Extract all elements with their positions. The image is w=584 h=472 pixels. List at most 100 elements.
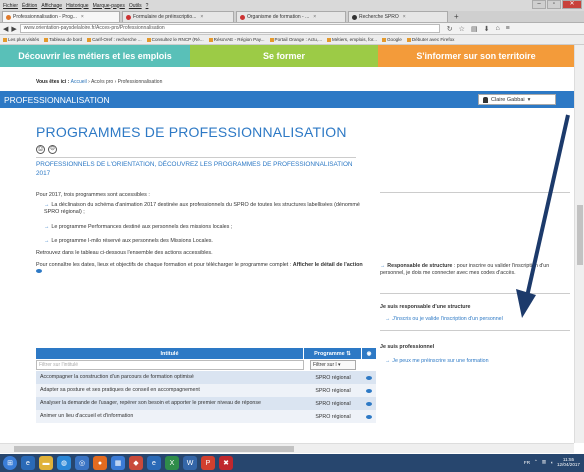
close-tab-icon[interactable]: × [200,14,203,20]
user-menu-button[interactable]: Claire Gabbai ▾ [478,94,556,105]
tab-professionnalisation[interactable]: Professionnalisation - Prog... × [2,11,120,22]
preinscrire-link[interactable]: → Je peux me préinscrire sur une formatio… [385,358,489,364]
forward-arrow-icon[interactable]: ▶ [11,25,16,33]
page-subtitle: PROFESSIONNELS DE L'ORIENTATION, DÉCOUVR… [36,161,353,177]
menu-affichage[interactable]: Affichage [41,3,62,9]
print-icon[interactable]: ⎙ [36,145,45,154]
site-favicon-icon [126,14,131,20]
menu-outils[interactable]: Outils [129,3,142,9]
home-icon[interactable]: ⌂ [495,25,499,33]
site-favicon-icon [6,14,11,20]
close-window-button[interactable]: ✕ [562,0,582,9]
clock[interactable]: 11:55 12/04/2017 [557,457,580,467]
bookmark-item[interactable]: Débuter avec Firefox [406,37,454,42]
network-icon[interactable]: ▥ [542,459,546,465]
filter-intitule-input[interactable]: Filtrer sur l'intitulé [36,360,304,370]
bookmark-item[interactable]: Google [381,37,402,42]
bookmark-item[interactable]: RésoVAE - Région Pay... [208,37,265,42]
table-row[interactable]: Animer un lieu d'accueil et d'informatio… [36,410,376,423]
view-detail-icon[interactable] [366,388,372,393]
annotation-arrow-icon [516,114,570,318]
site-favicon-icon [240,14,245,20]
up-chevron-icon[interactable]: ⌃ [534,459,538,465]
app-icon[interactable]: ◎ [75,456,89,470]
view-detail-icon[interactable] [366,401,372,406]
calendar-icon[interactable]: ▦ [111,456,125,470]
vertical-scrollbar[interactable] [574,45,584,443]
menu-historique[interactable]: Historique [66,3,89,9]
filter-row: Filtrer sur l'intitulé Filtrer sur l ▾ [36,359,376,371]
back-arrow-icon[interactable]: ◀ [3,25,8,33]
tab-organisme[interactable]: Organisme de formation - ... × [236,11,346,22]
tab-recherche-spro[interactable]: Recherche SPRO × [348,11,448,22]
volume-icon[interactable]: ◖ [550,460,553,465]
excel-icon[interactable]: X [165,456,179,470]
reload-icon[interactable]: ↻ [447,25,453,33]
table-row[interactable]: Analyser la demande de l'usager, repérer… [36,397,376,410]
breadcrumb-middle: › Accès pro › [86,79,118,85]
sidebar-divider [380,330,570,331]
menu-bar: Fichier Édition Affichage Historique Mar… [0,0,584,11]
folder-icon[interactable]: ▬ [39,456,53,470]
app-icon[interactable]: ◍ [57,456,71,470]
row-programme: SPRO régional [315,413,351,420]
list-item: → Le programme Performances destiné aux p… [44,224,233,230]
row-title: Analyser la demande de l'usager, repérer… [40,400,261,406]
menu-help[interactable]: ? [146,3,149,9]
table-row[interactable]: Adapter sa posture et ses pratiques de c… [36,384,376,397]
app-icon[interactable]: ◆ [129,456,143,470]
download-icon[interactable]: ⬇ [484,25,490,33]
menu-fichier[interactable]: Fichier [3,3,18,9]
breadcrumb: Vous êtes ici : Accueil › Accès pro › Pr… [36,79,162,85]
arrow-right-icon: → [44,202,50,208]
bookmarks-toolbar: Les plus visités Tableau de bord Carif-O… [0,35,584,45]
close-tab-icon[interactable]: × [81,14,84,20]
language-indicator[interactable]: FR [524,460,530,465]
sidebar-heading-responsable: Je suis responsable d'une structure [380,304,471,310]
section-header-bar: PROFESSIONNALISATION Claire Gabbai ▾ [0,91,574,108]
tab-formulaire[interactable]: Formulaire de préinscriptio... × [122,11,234,22]
edge-icon[interactable]: e [147,456,161,470]
menu-marque-pages[interactable]: Marque-pages [93,3,125,9]
menu-edition[interactable]: Édition [22,3,37,9]
bookmark-star-icon[interactable]: ☆ [459,25,465,33]
inscris-valide-link[interactable]: → J'inscris ou je valide l'inscription d'… [385,316,503,322]
library-icon[interactable]: ▤ [471,25,478,33]
bookmark-item[interactable]: Portail Orange : Actu,... [269,37,322,42]
word-icon[interactable]: W [183,456,197,470]
view-detail-icon[interactable] [366,375,372,380]
close-tab-icon[interactable]: × [313,14,316,20]
filter-programme-select[interactable]: Filtrer sur l ▾ [310,360,356,370]
breadcrumb-home-link[interactable]: Accueil [71,79,87,85]
bookmark-item[interactable]: Carif-Oref : recherche ... [87,37,142,42]
nav-se-former[interactable]: Se former [190,45,378,67]
view-detail-icon[interactable] [366,414,372,419]
sort-icon: ⇅ [346,350,351,357]
afficher-detail-link[interactable]: Afficher le détail de l'action [293,262,363,268]
programs-table: Intitulé Programme ⇅ ◉ Filtrer sur l'int… [36,348,376,423]
bookmark-item[interactable]: Les plus visités [3,37,39,42]
bookmark-item[interactable]: Tableau de bord [44,37,82,42]
address-bar[interactable]: www.orientation-paysdelaloire.fr/Acces-p… [19,24,440,33]
nav-decouvrir[interactable]: Découvrir les métiers et les emplois [0,45,190,67]
start-button[interactable]: ⊞ [3,456,17,470]
powerpoint-icon[interactable]: P [201,456,215,470]
maximize-button[interactable]: ▫ [547,0,561,9]
horizontal-scrollbar[interactable] [0,443,574,453]
nav-territoire[interactable]: S'informer sur son territoire [378,45,574,67]
bookmark-item[interactable]: Consultez le RNCP (Ré... [146,37,204,42]
column-header-programme[interactable]: Programme ⇅ [304,348,362,359]
firefox-icon[interactable]: ● [93,456,107,470]
table-row[interactable]: Accompagner la construction d'un parcour… [36,371,376,384]
menu-icon[interactable]: ≡ [506,25,510,33]
share-icon[interactable]: ⊖ [48,145,57,154]
ie-icon[interactable]: e [21,456,35,470]
column-header-intitule[interactable]: Intitulé [36,348,304,359]
close-tab-icon[interactable]: × [403,14,406,20]
app-icon[interactable]: ✖ [219,456,233,470]
tab-label: Professionnalisation - Prog... [13,14,77,20]
bookmark-item[interactable]: Métiers, emplois, for... [327,37,377,42]
new-tab-button[interactable]: + [450,11,463,22]
minimize-button[interactable]: – [532,0,546,9]
user-icon [483,96,488,103]
